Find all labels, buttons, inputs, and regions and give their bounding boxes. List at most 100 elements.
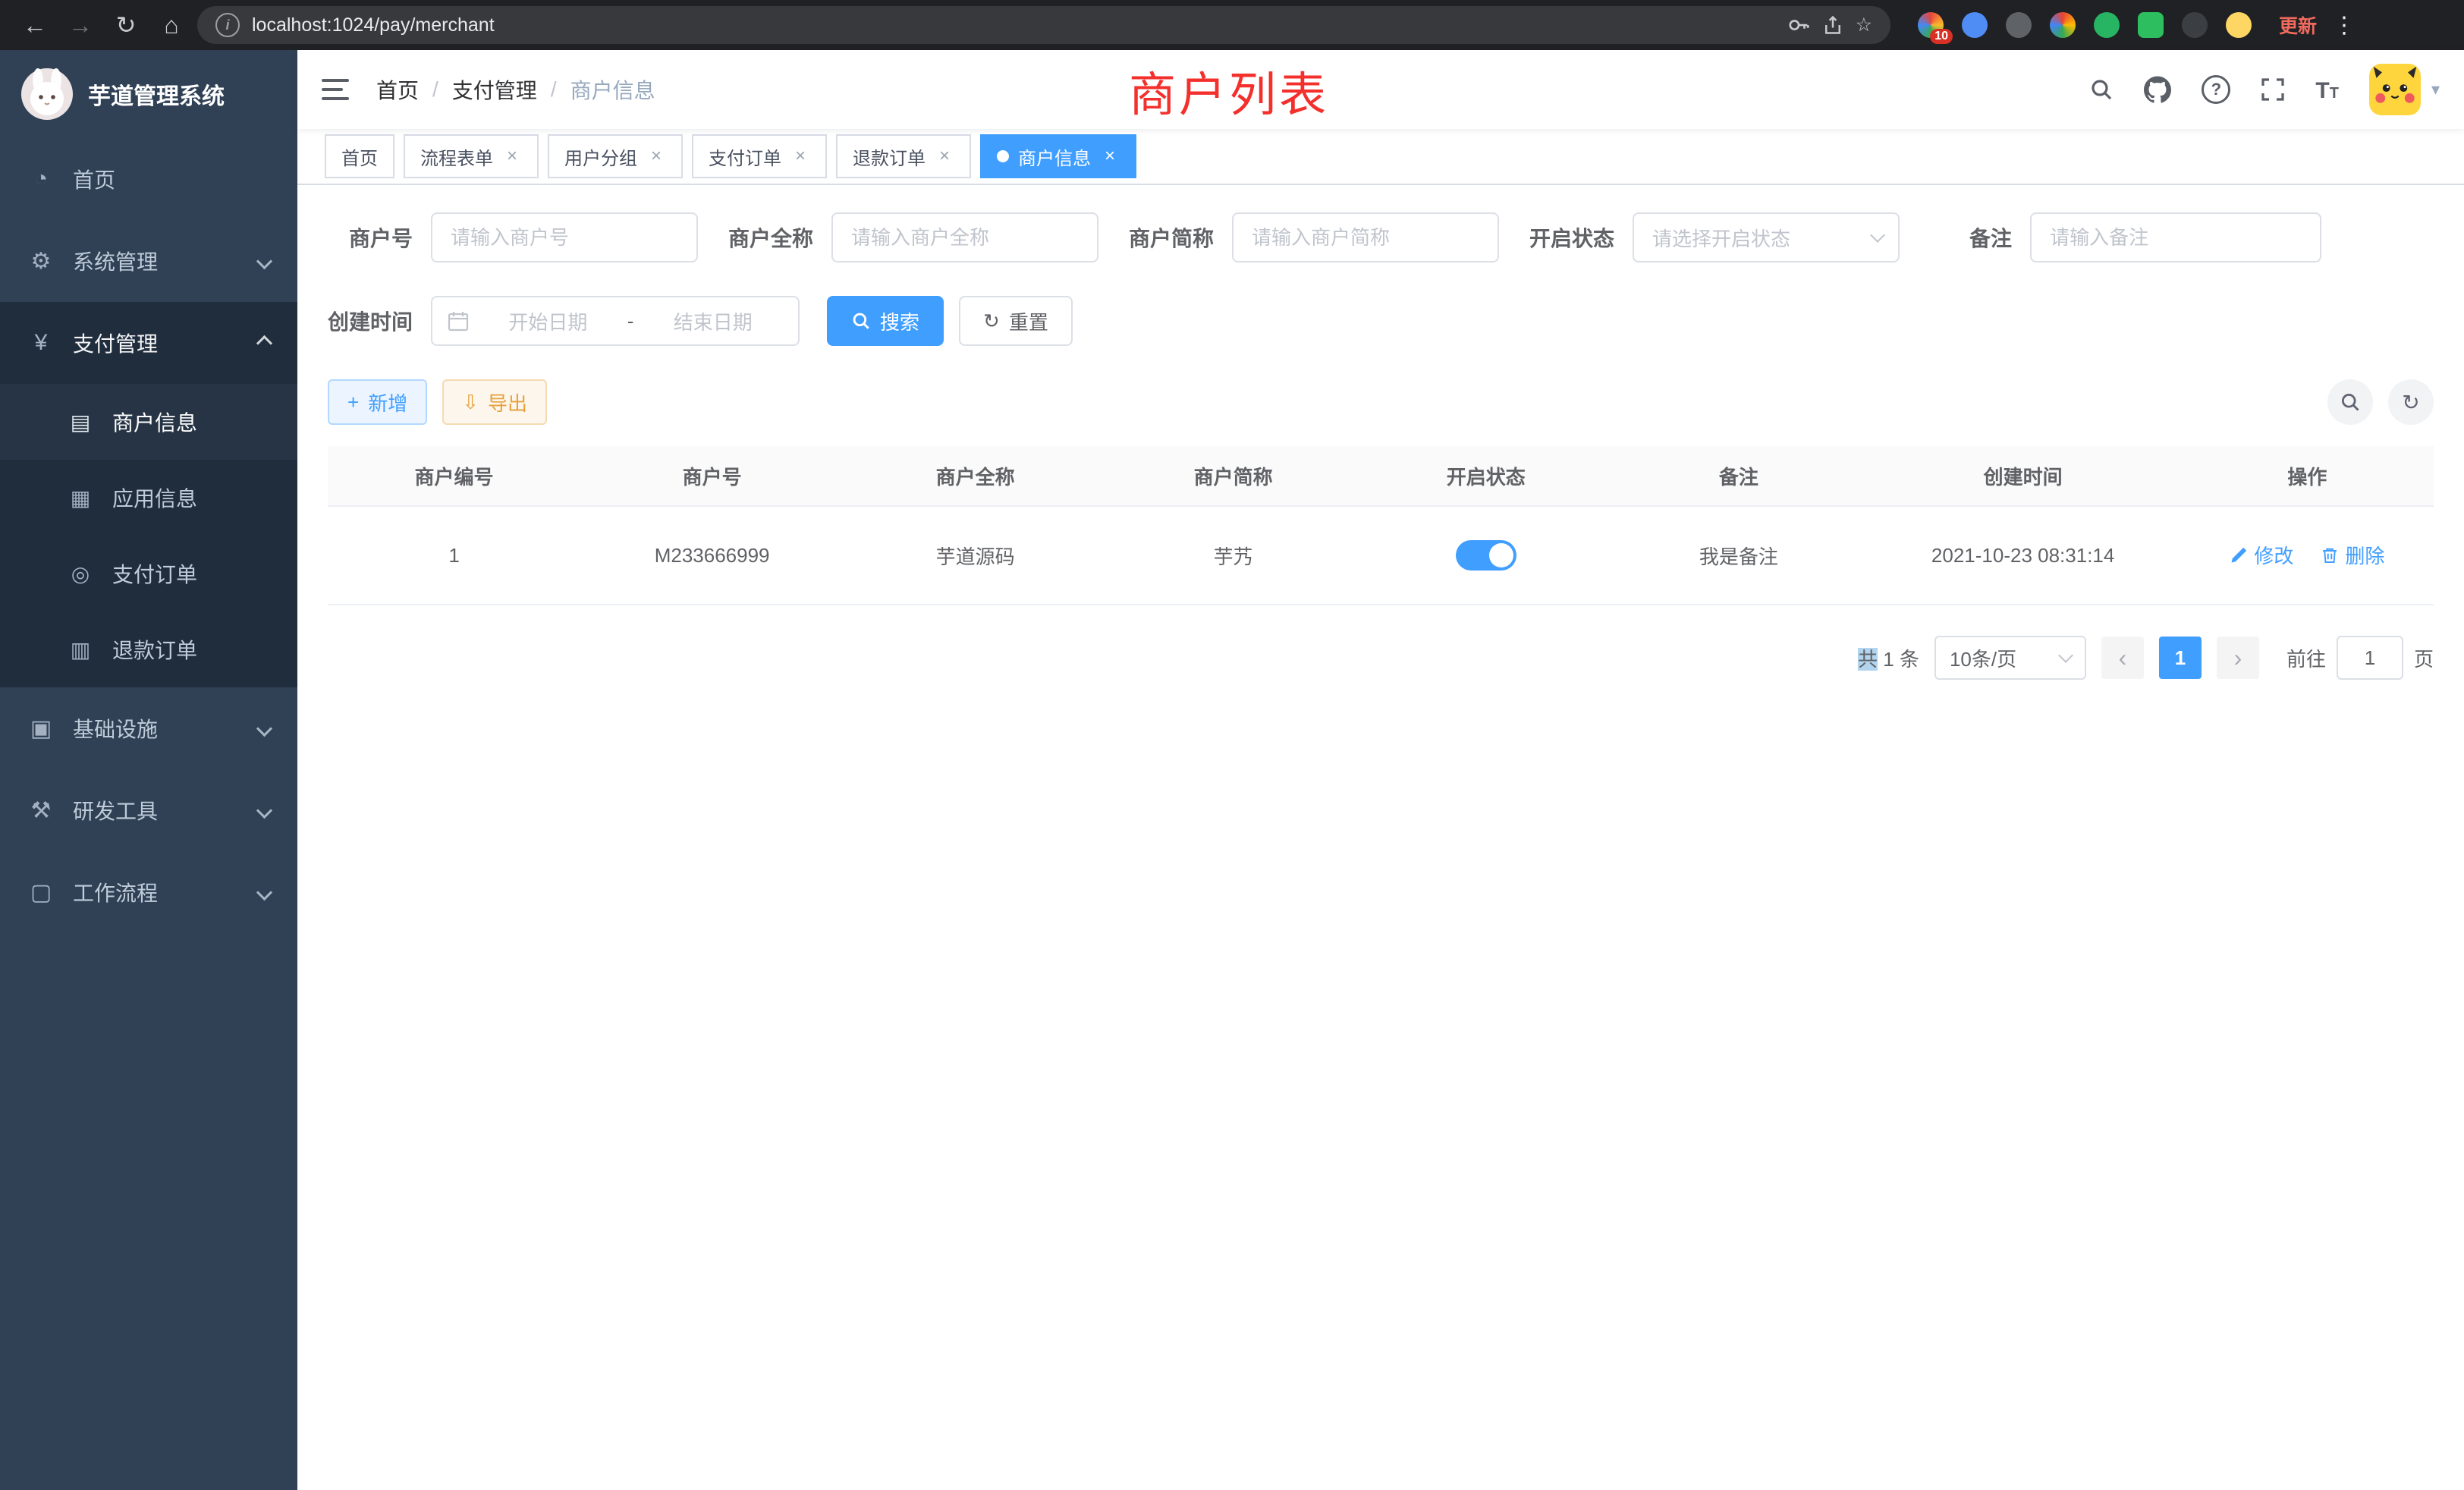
chevron-down-icon bbox=[256, 720, 272, 736]
address-bar[interactable]: i localhost:1024/pay/merchant ☆ bbox=[197, 6, 1890, 44]
start-date[interactable]: 开始日期 bbox=[478, 307, 618, 335]
sidebar-item-workflow[interactable]: ▢ 工作流程 bbox=[0, 851, 297, 933]
col-merchant-id: 商户编号 bbox=[328, 446, 580, 506]
col-create-time: 创建时间 bbox=[1865, 446, 2180, 506]
sidebar-item-home[interactable]: ◔ 首页 bbox=[0, 138, 297, 220]
browser-update-button[interactable]: 更新 bbox=[2279, 11, 2317, 39]
extension-icon-7[interactable] bbox=[2182, 12, 2208, 38]
extension-icon-2[interactable] bbox=[1962, 12, 1988, 38]
browser-window: ← → ↻ ⌂ i localhost:1024/pay/merchant ☆ … bbox=[0, 0, 2464, 1490]
close-icon[interactable]: × bbox=[1100, 146, 1120, 166]
sidebar-item-refund-order[interactable]: ▥ 退款订单 bbox=[0, 611, 297, 687]
edit-button[interactable]: 修改 bbox=[2230, 541, 2293, 569]
prev-page-button[interactable]: ‹ bbox=[2101, 637, 2144, 679]
tab-pay-order[interactable]: 支付订单 × bbox=[692, 134, 827, 178]
browser-menu-icon[interactable]: ⋮ bbox=[2332, 12, 2356, 39]
logo[interactable]: 芋道管理系统 bbox=[0, 50, 297, 138]
col-actions: 操作 bbox=[2181, 446, 2434, 506]
delete-button[interactable]: 删除 bbox=[2321, 541, 2384, 569]
sidebar-item-app-info[interactable]: ▦ 应用信息 bbox=[0, 460, 297, 536]
url-text[interactable]: localhost:1024/pay/merchant bbox=[252, 14, 1775, 36]
page-1-button[interactable]: 1 bbox=[2159, 637, 2202, 679]
sidebar-item-system[interactable]: ⚙ 系统管理 bbox=[0, 220, 297, 302]
extension-icon-8[interactable] bbox=[2226, 12, 2252, 38]
refresh-icon: ↻ bbox=[2402, 390, 2419, 415]
search-button[interactable]: 搜索 bbox=[827, 296, 944, 346]
password-key-icon[interactable] bbox=[1787, 14, 1810, 36]
cell-no: M233666999 bbox=[580, 506, 844, 605]
toggle-search-button[interactable] bbox=[2327, 379, 2373, 425]
export-button[interactable]: ⇩ 导出 bbox=[442, 379, 547, 425]
goto-page-input[interactable] bbox=[2337, 636, 2403, 680]
sidebar-item-dev-tools[interactable]: ⚒ 研发工具 bbox=[0, 769, 297, 851]
back-button[interactable]: ← bbox=[15, 0, 55, 50]
close-icon[interactable]: × bbox=[502, 146, 522, 166]
next-page-button[interactable]: › bbox=[2217, 637, 2259, 679]
github-icon[interactable] bbox=[2144, 76, 2171, 103]
breadcrumb-separator: / bbox=[551, 77, 557, 102]
breadcrumb-home[interactable]: 首页 bbox=[376, 74, 419, 105]
infrastructure-icon: ▣ bbox=[27, 715, 55, 742]
extension-icon-1[interactable]: 10 bbox=[1918, 12, 1944, 38]
help-icon[interactable]: ? bbox=[2202, 75, 2230, 104]
user-avatar[interactable]: ▾ bbox=[2369, 64, 2440, 115]
tab-home[interactable]: 首页 bbox=[325, 134, 394, 178]
reset-icon: ↻ bbox=[983, 310, 1000, 333]
bookmark-star-icon[interactable]: ☆ bbox=[1856, 14, 1872, 36]
add-button[interactable]: + 新增 bbox=[328, 379, 427, 425]
sidebar-item-payment[interactable]: ¥ 支付管理 bbox=[0, 302, 297, 384]
tab-merchant-info[interactable]: 商户信息 × bbox=[980, 134, 1136, 178]
tab-process-form[interactable]: 流程表单 × bbox=[404, 134, 539, 178]
close-icon[interactable]: × bbox=[935, 146, 954, 166]
sidebar-item-label: 首页 bbox=[73, 164, 115, 194]
close-icon[interactable]: × bbox=[790, 146, 810, 166]
chevron-down-icon bbox=[256, 253, 272, 269]
merchant-name-input[interactable] bbox=[831, 212, 1098, 262]
col-remark: 备注 bbox=[1612, 446, 1865, 506]
extension-icon-6[interactable] bbox=[2138, 12, 2164, 38]
sidebar-toggle-icon[interactable] bbox=[322, 77, 349, 102]
workflow-icon: ▢ bbox=[27, 879, 55, 906]
col-status: 开启状态 bbox=[1359, 446, 1612, 506]
sidebar-item-label: 研发工具 bbox=[73, 795, 158, 825]
breadcrumb-separator: / bbox=[432, 77, 438, 102]
breadcrumb-payment[interactable]: 支付管理 bbox=[452, 74, 537, 105]
merchant-short-input[interactable] bbox=[1232, 212, 1499, 262]
reset-button[interactable]: ↻ 重置 bbox=[959, 296, 1073, 346]
extension-icon-5[interactable] bbox=[2094, 12, 2120, 38]
merchant-no-label: 商户号 bbox=[328, 222, 431, 253]
cell-create-time: 2021-10-23 08:31:14 bbox=[1865, 506, 2180, 605]
chevron-down-icon bbox=[256, 884, 272, 900]
extension-icon-3[interactable] bbox=[2006, 12, 2032, 38]
font-size-icon[interactable]: TT bbox=[2315, 76, 2339, 104]
cell-remark: 我是备注 bbox=[1612, 506, 1865, 605]
extension-icon-4[interactable] bbox=[2050, 12, 2076, 38]
fullscreen-icon[interactable] bbox=[2261, 77, 2285, 102]
end-date[interactable]: 结束日期 bbox=[643, 307, 783, 335]
sidebar-item-pay-order[interactable]: ◎ 支付订单 bbox=[0, 536, 297, 611]
share-icon[interactable] bbox=[1822, 14, 1843, 36]
status-toggle[interactable] bbox=[1456, 540, 1516, 571]
sidebar-item-label: 支付订单 bbox=[112, 558, 197, 589]
sidebar-item-infrastructure[interactable]: ▣ 基础设施 bbox=[0, 687, 297, 769]
close-icon[interactable]: × bbox=[646, 146, 666, 166]
reload-button[interactable]: ↻ bbox=[106, 0, 146, 50]
forward-button[interactable]: → bbox=[61, 0, 100, 50]
search-icon[interactable] bbox=[2089, 77, 2114, 102]
remark-input[interactable] bbox=[2030, 212, 2321, 262]
cell-name: 芋道源码 bbox=[844, 506, 1107, 605]
sidebar-item-merchant-info[interactable]: ▤ 商户信息 bbox=[0, 384, 297, 460]
tab-user-group[interactable]: 用户分组 × bbox=[548, 134, 683, 178]
refresh-table-button[interactable]: ↻ bbox=[2388, 379, 2434, 425]
search-icon bbox=[851, 311, 871, 331]
site-info-icon[interactable]: i bbox=[215, 13, 240, 37]
tab-refund-order[interactable]: 退款订单 × bbox=[836, 134, 971, 178]
merchant-name-label: 商户全称 bbox=[728, 222, 831, 253]
dashboard-icon: ◔ bbox=[27, 166, 55, 192]
merchant-no-input[interactable] bbox=[431, 212, 698, 262]
page-size-select[interactable]: 10条/页 bbox=[1934, 636, 2086, 680]
date-range-picker[interactable]: 开始日期 - 结束日期 bbox=[431, 296, 800, 346]
pagination: 共 1 条 10条/页 ‹ 1 › 前往 页 bbox=[328, 636, 2434, 680]
home-button[interactable]: ⌂ bbox=[152, 0, 191, 50]
status-select[interactable]: 请选择开启状态 bbox=[1633, 212, 1900, 262]
